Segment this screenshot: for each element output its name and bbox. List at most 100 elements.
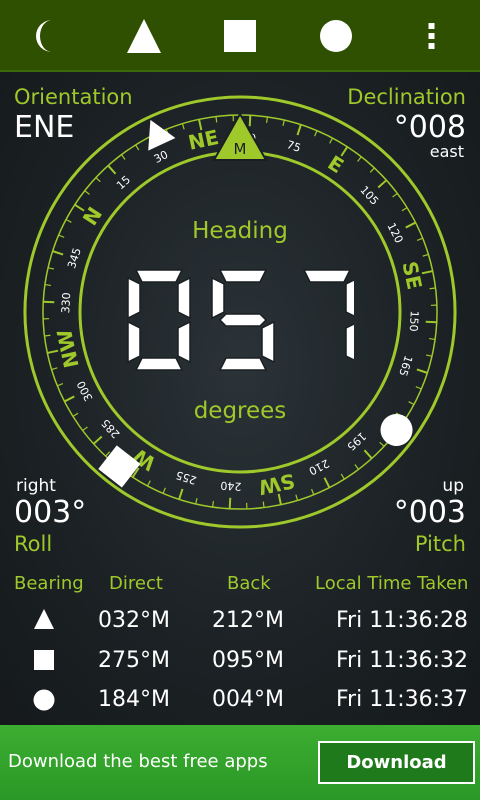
- degree-label: 330: [59, 292, 73, 314]
- square-marker-button[interactable]: [212, 8, 268, 64]
- scale-tick: [377, 179, 388, 189]
- compass-app: NNEESESWWNW 1530607510512015016519521024…: [0, 0, 480, 800]
- declination-label: Declination: [347, 85, 466, 109]
- scale-tick: [232, 115, 234, 122]
- circle-bearing-marker: [380, 413, 413, 446]
- degree-label: 15: [114, 173, 133, 192]
- col-bearing-header: Bearing: [14, 573, 84, 594]
- col-back-header: Back: [227, 573, 271, 594]
- digit-segment: [127, 276, 141, 320]
- orientation-value: ENE: [14, 110, 75, 145]
- scale-tick: [43, 318, 50, 320]
- row1-time: Fri 11:36:28: [336, 608, 469, 633]
- scale-tick: [369, 167, 375, 173]
- digit-segment: [134, 357, 184, 371]
- triangle-icon: [127, 19, 161, 53]
- roll-value: 003°: [14, 495, 87, 530]
- scale-tick: [329, 137, 334, 144]
- cardinal-label: SW: [256, 469, 297, 500]
- pitch-value: °003: [393, 495, 466, 530]
- row1-back: 212°M: [212, 608, 284, 633]
- scale-tick: [408, 401, 415, 406]
- night-mode-button[interactable]: [20, 8, 76, 64]
- circle-marker-button[interactable]: [308, 8, 364, 64]
- row3-back: 004°M: [212, 687, 284, 712]
- heading-digit: [302, 269, 354, 361]
- cardinal-label: NE: [186, 125, 221, 155]
- scale-tick: [43, 300, 55, 304]
- digit-segment: [261, 320, 275, 364]
- lubber-label: M: [234, 140, 247, 158]
- degree-label: 255: [174, 468, 198, 487]
- degree-label: 120: [384, 221, 405, 246]
- degree-label: 345: [65, 246, 84, 270]
- declination-direction: east: [429, 142, 464, 161]
- degree-label: 30: [152, 148, 170, 166]
- orientation-label: Orientation: [14, 85, 133, 109]
- scale-tick: [296, 124, 302, 136]
- degree-label: 285: [99, 416, 123, 440]
- degree-label: 210: [307, 456, 332, 477]
- square-bearing-marker: [98, 445, 141, 488]
- roll-direction: right: [16, 476, 56, 496]
- lubber-line: M: [212, 111, 268, 161]
- scale-tick: [379, 441, 385, 447]
- degree-label: 105: [357, 183, 381, 207]
- row2-back: 095°M: [212, 648, 284, 673]
- cardinal-label: E: [324, 151, 349, 179]
- scale-tick: [228, 497, 232, 509]
- col-time-header: Local Time Taken: [315, 573, 469, 594]
- row3-direct: 184°M: [98, 687, 170, 712]
- pitch-label: Pitch: [414, 532, 466, 556]
- circle-icon: [320, 20, 352, 52]
- degree-label: 240: [220, 479, 242, 493]
- scale-tick: [92, 435, 103, 445]
- scale-tick: [246, 502, 248, 509]
- digit-segment: [177, 320, 191, 364]
- overflow-menu-button[interactable]: [404, 8, 460, 64]
- heading-unit: degrees: [193, 398, 287, 424]
- digit-segment: [345, 279, 354, 317]
- heading-digits: [127, 269, 354, 371]
- ad-text: Download the best free apps: [8, 751, 268, 772]
- triangle-marker-button[interactable]: [116, 8, 172, 64]
- row2-time: Fri 11:36:32: [336, 648, 469, 673]
- scale-tick: [425, 320, 437, 324]
- digit-segment: [127, 320, 141, 364]
- more-vert-icon: [428, 23, 435, 49]
- download-button[interactable]: Download: [318, 741, 475, 784]
- degree-label: 150: [407, 310, 421, 332]
- scale-tick: [52, 250, 64, 256]
- scale-tick: [178, 488, 184, 500]
- scale-tick: [430, 304, 437, 306]
- scale-tick: [162, 487, 166, 494]
- crescent-moon-icon: [36, 20, 52, 52]
- digit-segment: [211, 276, 225, 320]
- digit-segment: [302, 269, 352, 283]
- triangle-icon: [34, 609, 54, 629]
- row3-time: Fri 11:36:37: [336, 687, 469, 712]
- digit-segment: [177, 276, 191, 320]
- degree-label: 300: [74, 379, 95, 404]
- scale-tick: [58, 234, 65, 238]
- digit-segment: [218, 313, 268, 327]
- row2-direct: 275°M: [98, 648, 170, 673]
- square-icon: [224, 20, 256, 52]
- digit-segment: [218, 357, 268, 371]
- digit-segment: [134, 269, 184, 283]
- pitch-direction: up: [442, 476, 464, 496]
- scale-tick: [65, 218, 72, 223]
- scale-tick: [95, 177, 101, 183]
- heading-label: Heading: [192, 218, 288, 244]
- roll-label: Roll: [14, 532, 53, 556]
- toolbar: [0, 0, 480, 72]
- declination-value: °008: [393, 110, 466, 145]
- row1-direct: 032°M: [98, 608, 170, 633]
- cardinal-label: SE: [397, 259, 426, 291]
- heading-digit: [127, 269, 191, 371]
- degree-label: 195: [344, 429, 368, 453]
- scale-tick: [107, 164, 117, 175]
- scale-tick: [363, 449, 373, 460]
- scale-tick: [84, 190, 90, 195]
- circle-icon: [33, 689, 55, 711]
